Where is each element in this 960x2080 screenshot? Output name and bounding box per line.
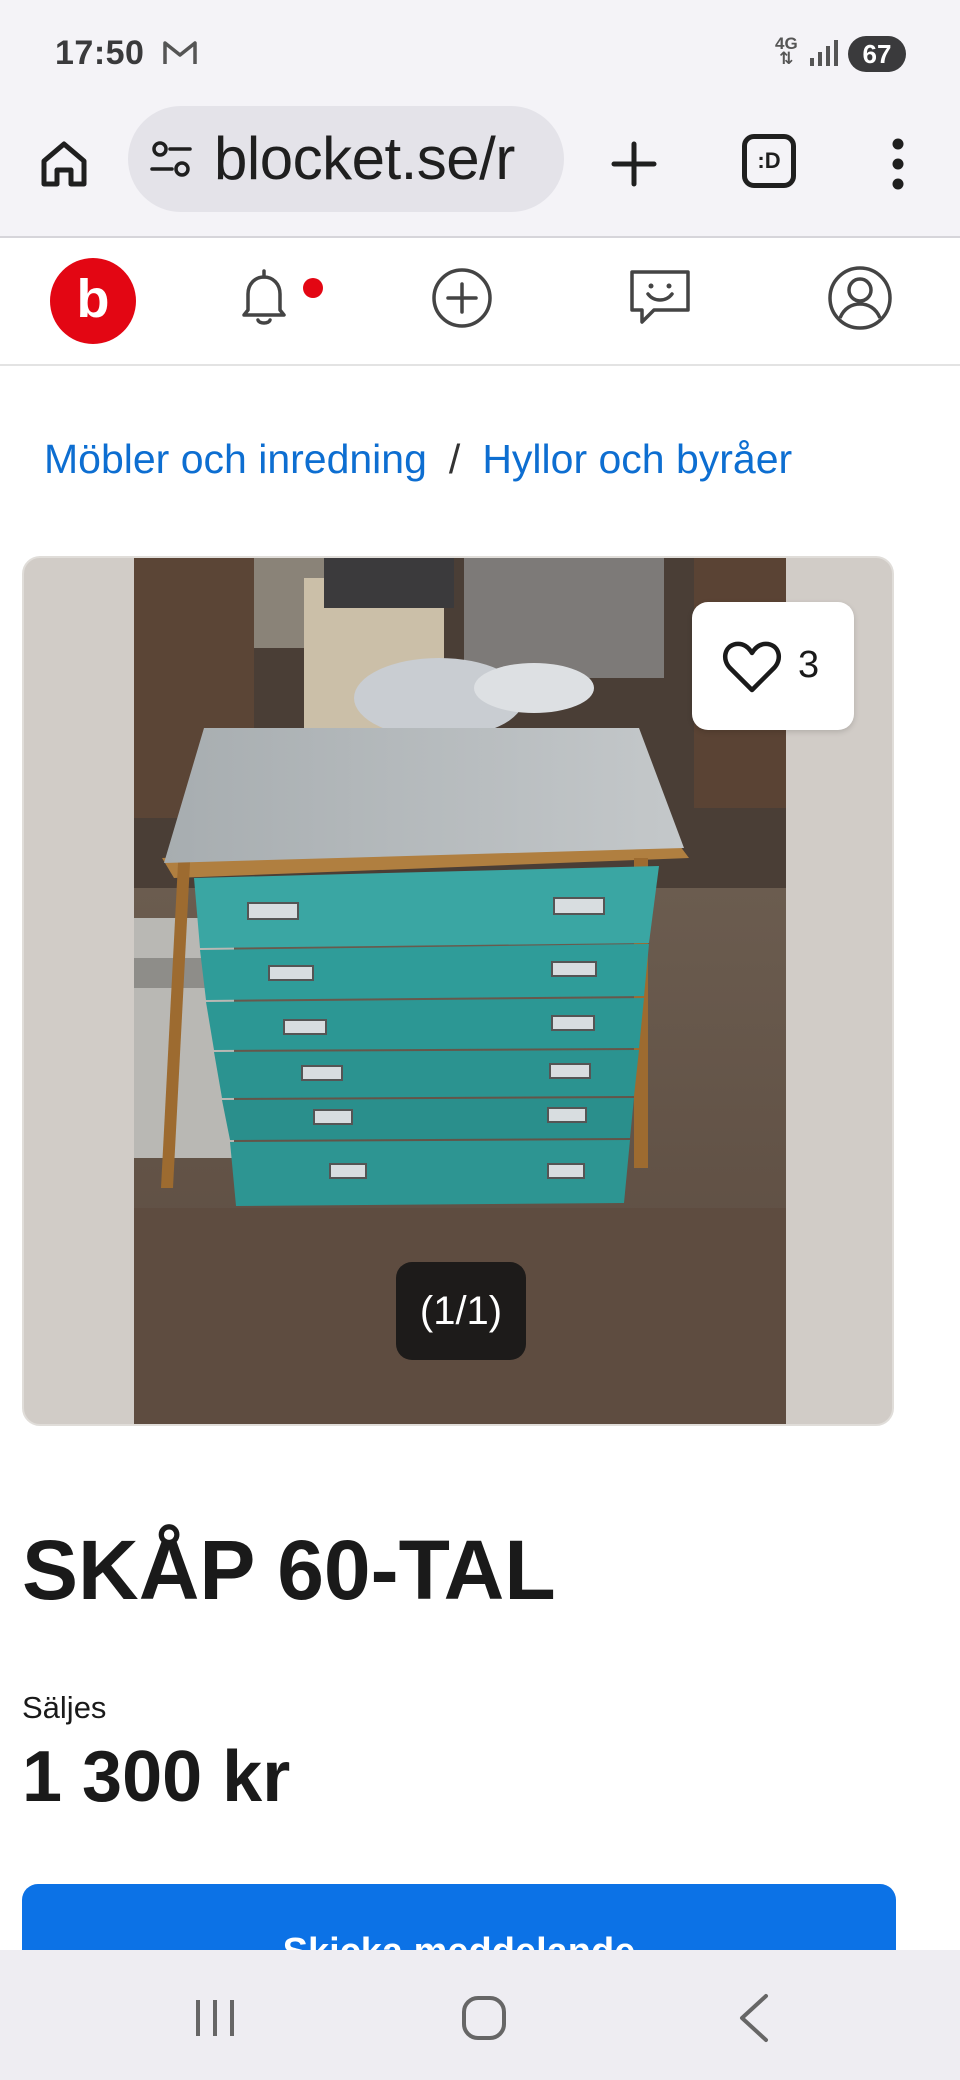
more-menu-icon[interactable] <box>880 134 916 194</box>
network-indicator: 4G ⇅ <box>775 35 798 68</box>
gmail-icon <box>163 41 197 64</box>
blocket-logo[interactable]: b <box>50 258 136 344</box>
data-arrows-icon: ⇅ <box>779 49 794 68</box>
breadcrumb-separator: / <box>448 436 461 482</box>
notifications-bell-icon[interactable] <box>228 262 300 334</box>
home-icon[interactable] <box>36 136 92 192</box>
ad-type-label: Säljes <box>22 1690 107 1725</box>
new-tab-icon[interactable] <box>606 136 662 192</box>
system-navigation-bar <box>0 1950 960 2080</box>
breadcrumb: Möbler och inredning / Hyllor och byråer <box>44 436 792 483</box>
create-ad-plus-icon[interactable] <box>426 262 498 334</box>
back-icon[interactable] <box>734 1992 774 2044</box>
heart-icon <box>722 641 782 693</box>
url-text[interactable]: blocket.se/r <box>214 124 515 193</box>
browser-toolbar: blocket.se/r :D <box>0 106 960 238</box>
battery-indicator: 67 <box>848 36 906 72</box>
site-settings-icon[interactable] <box>148 136 194 182</box>
logo-letter: b <box>76 269 110 329</box>
status-bar: 17:50 4G ⇅ 67 <box>0 0 960 106</box>
breadcrumb-link-category[interactable]: Möbler och inredning <box>44 436 427 482</box>
notification-badge <box>303 278 323 298</box>
image-gallery[interactable]: 3 (1/1) <box>22 556 894 1426</box>
breadcrumb-link-subcategory[interactable]: Hyllor och byråer <box>482 436 792 482</box>
tab-switcher-icon[interactable]: :D <box>742 134 796 188</box>
favorite-button[interactable]: 3 <box>692 602 854 730</box>
status-time: 17:50 <box>55 34 145 72</box>
ad-price: 1 300 kr <box>22 1737 291 1817</box>
favorite-count: 3 <box>798 644 820 686</box>
ad-title: SKÅP 60-TAL <box>22 1523 556 1617</box>
signal-icon <box>810 40 838 66</box>
profile-icon[interactable] <box>824 262 896 334</box>
recent-apps-icon[interactable] <box>190 1996 240 2040</box>
image-counter: (1/1) <box>396 1262 526 1360</box>
messages-icon[interactable] <box>624 262 696 334</box>
address-bar[interactable]: blocket.se/r <box>128 106 564 212</box>
tab-switcher-label: :D <box>757 148 781 173</box>
home-button-icon[interactable] <box>460 1994 508 2042</box>
site-header: b <box>0 238 960 366</box>
